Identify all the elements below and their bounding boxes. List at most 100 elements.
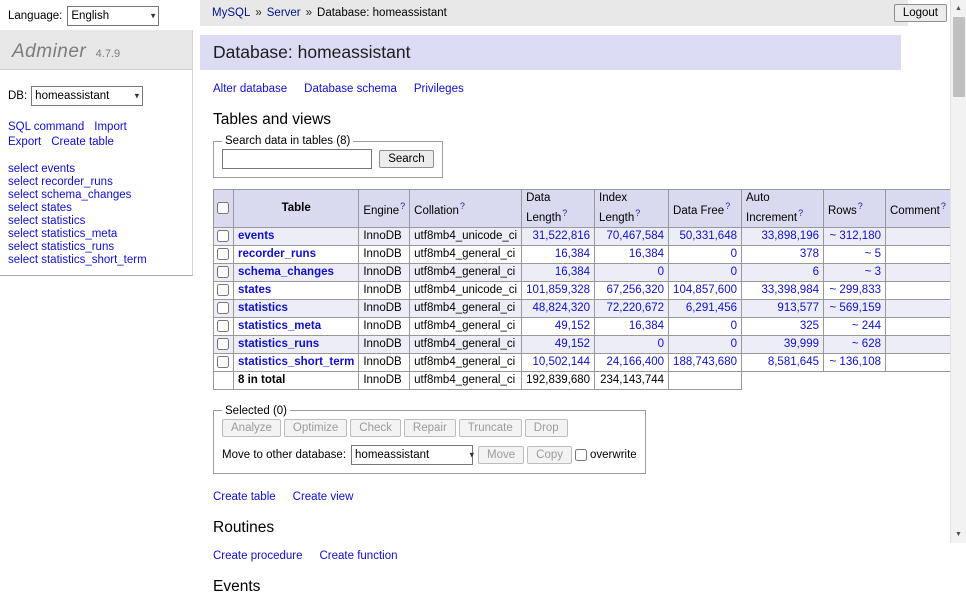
auto-increment-link[interactable]: 378 [800, 248, 819, 260]
overwrite-checkbox[interactable] [575, 449, 587, 461]
data-free-link[interactable]: 6,291,456 [686, 302, 737, 314]
create-procedure-link[interactable]: Create procedure [213, 550, 303, 562]
table-name-link[interactable]: schema_changes [238, 266, 334, 278]
row-checkbox[interactable] [217, 338, 229, 350]
index-length-link[interactable]: 0 [658, 338, 664, 350]
analyze-button[interactable]: Analyze [222, 419, 281, 437]
index-length-link[interactable]: 67,256,320 [606, 284, 664, 296]
row-checkbox[interactable] [217, 356, 229, 368]
breadcrumb-server-link[interactable]: Server [267, 7, 301, 19]
data-length-link[interactable]: 48,824,320 [532, 302, 590, 314]
scrollbar-down-icon[interactable]: ▼ [951, 526, 966, 543]
auto-increment-link[interactable]: 8,581,645 [768, 356, 819, 368]
sql-command-link[interactable]: SQL command [8, 121, 84, 133]
auto-increment-link[interactable]: 33,398,984 [761, 284, 819, 296]
table-name-link[interactable]: statistics_runs [238, 338, 319, 350]
copy-button[interactable]: Copy [527, 446, 572, 464]
create-function-link[interactable]: Create function [320, 550, 398, 562]
row-checkbox[interactable] [217, 320, 229, 332]
rows-link[interactable]: ~ 3 [865, 266, 881, 278]
select-all-checkbox[interactable] [217, 202, 229, 214]
language-select[interactable]: English [67, 6, 159, 26]
table-name-link[interactable]: statistics [238, 302, 288, 314]
sidebar-table-link[interactable]: select states [8, 202, 72, 214]
check-button[interactable]: Check [350, 419, 401, 437]
data-free-link[interactable]: 50,331,648 [679, 230, 737, 242]
repair-button[interactable]: Repair [404, 419, 456, 437]
index-length-link[interactable]: 24,166,400 [606, 356, 664, 368]
move-button[interactable]: Move [478, 446, 524, 464]
data-length-link[interactable]: 10,502,144 [532, 356, 590, 368]
data-free-link[interactable]: 0 [731, 266, 737, 278]
logout-button[interactable]: Logout [894, 4, 947, 22]
row-checkbox[interactable] [217, 284, 229, 296]
sidebar-table-link[interactable]: select recorder_runs [8, 176, 113, 188]
create-table-link-side[interactable]: Create table [51, 136, 114, 148]
auto-increment-link[interactable]: 39,999 [784, 338, 819, 350]
rows-link[interactable]: ~ 136,108 [830, 356, 881, 368]
help-link[interactable]: ? [941, 201, 946, 211]
breadcrumb-mysql-link[interactable]: MySQL [212, 7, 250, 19]
index-length-link[interactable]: 70,467,584 [606, 230, 664, 242]
drop-button[interactable]: Drop [525, 419, 568, 437]
row-checkbox[interactable] [217, 248, 229, 260]
auto-increment-link[interactable]: 913,577 [777, 302, 819, 314]
rows-link[interactable]: ~ 299,833 [830, 284, 881, 296]
data-length-link[interactable]: 31,522,816 [532, 230, 590, 242]
export-link[interactable]: Export [8, 136, 41, 148]
help-link[interactable]: ? [858, 201, 863, 211]
rows-link[interactable]: ~ 244 [852, 320, 881, 332]
help-link[interactable]: ? [725, 201, 730, 211]
create-table-link-main[interactable]: Create table [213, 491, 276, 503]
rows-link[interactable]: ~ 628 [852, 338, 881, 350]
create-view-link[interactable]: Create view [293, 491, 354, 503]
optimize-button[interactable]: Optimize [284, 419, 347, 437]
sidebar-table-link[interactable]: select events [8, 163, 75, 175]
help-link[interactable]: ? [460, 201, 465, 211]
data-length-link[interactable]: 101,859,328 [526, 284, 590, 296]
database-schema-link[interactable]: Database schema [304, 83, 397, 95]
row-checkbox[interactable] [217, 302, 229, 314]
index-length-link[interactable]: 0 [658, 266, 664, 278]
search-button[interactable]: Search [379, 150, 433, 168]
table-name-link[interactable]: events [238, 230, 274, 242]
sidebar-table-link[interactable]: select statistics_runs [8, 241, 114, 253]
help-link[interactable]: ? [635, 208, 640, 218]
privileges-link[interactable]: Privileges [414, 83, 464, 95]
table-name-link[interactable]: recorder_runs [238, 248, 316, 260]
sidebar-table-link[interactable]: select statistics_short_term [8, 254, 147, 266]
index-length-link[interactable]: 16,384 [629, 248, 664, 260]
row-checkbox[interactable] [217, 266, 229, 278]
scrollbar-up-icon[interactable]: ▲ [951, 0, 966, 17]
alter-database-link[interactable]: Alter database [213, 83, 287, 95]
data-free-link[interactable]: 0 [731, 338, 737, 350]
sidebar-table-link[interactable]: select schema_changes [8, 189, 131, 201]
db-select[interactable]: homeassistant [31, 86, 143, 106]
data-length-link[interactable]: 49,152 [555, 338, 590, 350]
index-length-link[interactable]: 16,384 [629, 320, 664, 332]
index-length-link[interactable]: 72,220,672 [606, 302, 664, 314]
search-input[interactable] [222, 149, 372, 169]
help-link[interactable]: ? [798, 208, 803, 218]
sidebar-table-link[interactable]: select statistics [8, 215, 85, 227]
auto-increment-link[interactable]: 325 [800, 320, 819, 332]
rows-link[interactable]: ~ 312,180 [830, 230, 881, 242]
move-db-select[interactable]: homeassistant [351, 445, 473, 465]
truncate-button[interactable]: Truncate [459, 419, 522, 437]
help-link[interactable]: ? [400, 201, 405, 211]
table-name-link[interactable]: statistics_short_term [238, 356, 354, 368]
data-free-link[interactable]: 0 [731, 248, 737, 260]
rows-link[interactable]: ~ 569,159 [830, 302, 881, 314]
data-length-link[interactable]: 16,384 [555, 266, 590, 278]
auto-increment-link[interactable]: 33,898,196 [761, 230, 819, 242]
import-link[interactable]: Import [94, 121, 127, 133]
row-checkbox[interactable] [217, 230, 229, 242]
data-length-link[interactable]: 16,384 [555, 248, 590, 260]
data-length-link[interactable]: 49,152 [555, 320, 590, 332]
help-link[interactable]: ? [562, 208, 567, 218]
table-name-link[interactable]: statistics_meta [238, 320, 321, 332]
data-free-link[interactable]: 188,743,680 [673, 356, 737, 368]
sidebar-table-link[interactable]: select statistics_meta [8, 228, 117, 240]
auto-increment-link[interactable]: 6 [813, 266, 819, 278]
rows-link[interactable]: ~ 5 [865, 248, 881, 260]
